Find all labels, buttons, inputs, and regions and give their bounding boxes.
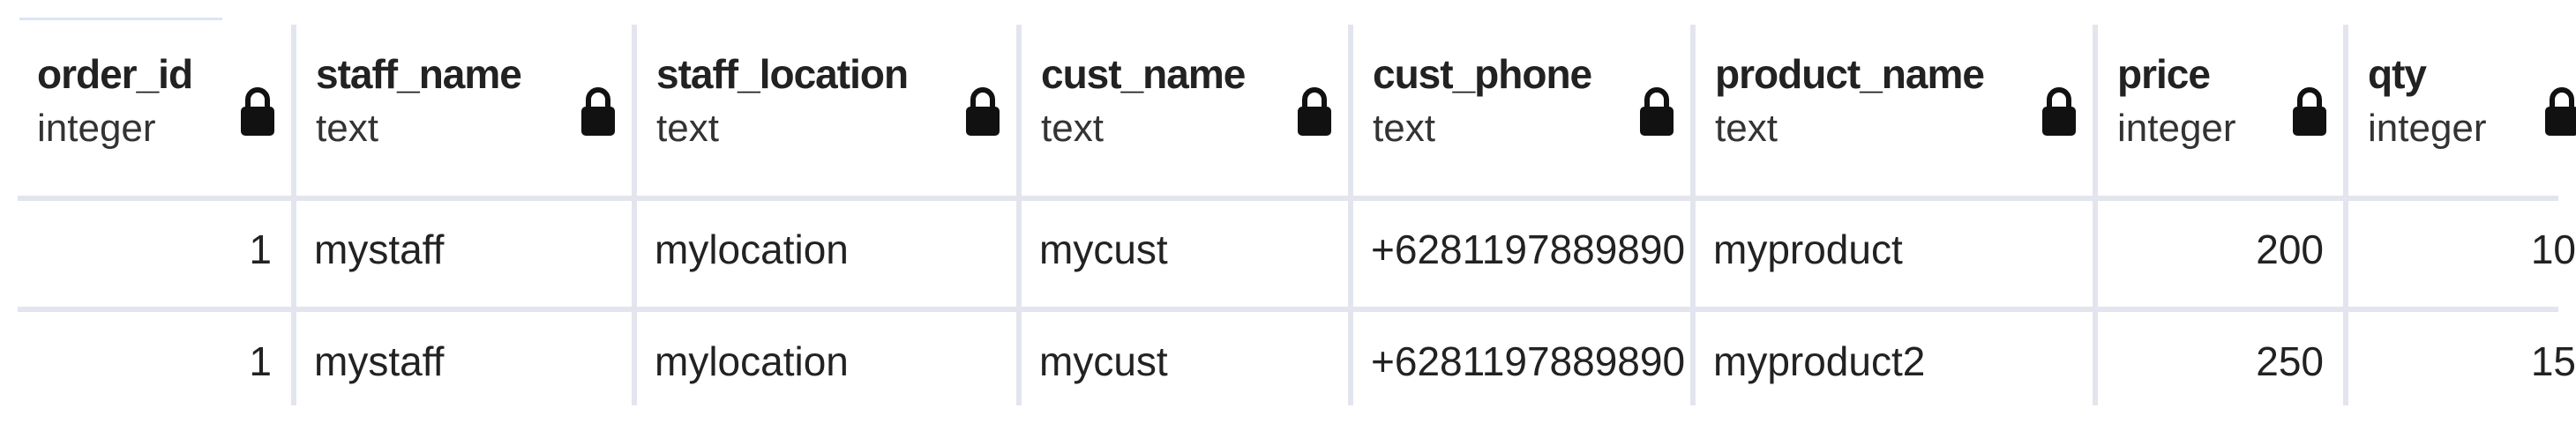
column-header-cust-name[interactable]: cust_name text (1022, 25, 1348, 196)
table-cell-staff-name[interactable]: mystaff (296, 312, 632, 416)
table-cell-price[interactable]: 200 (2098, 201, 2343, 307)
result-table: order_id integer staff_name text staff_l… (18, 25, 2576, 416)
column-type: text (1373, 107, 1435, 150)
table-cell-cust-name[interactable]: mycust (1022, 201, 1348, 307)
lock-icon (2042, 87, 2076, 136)
lock-icon (1298, 87, 1331, 136)
column-name: staff_location (656, 51, 909, 97)
lock-icon (2293, 87, 2326, 136)
column-header-qty[interactable]: qty integer (2348, 25, 2576, 196)
table-cell-product-name[interactable]: myproduct (1696, 201, 2093, 307)
column-header-cust-phone[interactable]: cust_phone text (1353, 25, 1690, 196)
column-header-order-id[interactable]: order_id integer (18, 25, 291, 196)
column-type: integer (37, 107, 156, 150)
table-cell-cust-name[interactable]: mycust (1022, 312, 1348, 416)
lock-icon (241, 87, 274, 136)
table-cell-product-name[interactable]: myproduct2 (1696, 312, 2093, 416)
table-cell-staff-location[interactable]: mylocation (637, 312, 1016, 416)
column-header-product-name[interactable]: product_name text (1696, 25, 2093, 196)
column-name: cust_name (1041, 51, 1246, 97)
table-cell-price[interactable]: 250 (2098, 312, 2343, 416)
column-name: product_name (1715, 51, 1985, 97)
column-type: text (656, 107, 719, 150)
column-name: staff_name (316, 51, 522, 97)
column-header-price[interactable]: price integer (2098, 25, 2343, 196)
table-cell-staff-name[interactable]: mystaff (296, 201, 632, 307)
lock-icon (581, 87, 615, 136)
column-header-staff-location[interactable]: staff_location text (637, 25, 1016, 196)
table-cell-order-id[interactable]: 1 (18, 312, 291, 416)
column-type: text (1041, 107, 1104, 150)
data-output-panel: order_id integer staff_name text staff_l… (0, 0, 2576, 423)
column-header-staff-name[interactable]: staff_name text (296, 25, 632, 196)
table-cell-qty[interactable]: 15 (2348, 312, 2576, 416)
table-cell-qty[interactable]: 10 (2348, 201, 2576, 307)
table-cell-staff-location[interactable]: mylocation (637, 201, 1016, 307)
table-cell-order-id[interactable]: 1 (18, 201, 291, 307)
table-cell-cust-phone[interactable]: +6281197889890 (1353, 312, 1690, 416)
lock-icon (966, 87, 1000, 136)
lock-icon (2545, 87, 2576, 136)
column-type: text (316, 107, 378, 150)
lock-icon (1640, 87, 1674, 136)
tab-indicator (19, 18, 222, 20)
table-cell-cust-phone[interactable]: +6281197889890 (1353, 201, 1690, 307)
column-name: cust_phone (1373, 51, 1592, 97)
column-name: order_id (37, 51, 193, 97)
column-type: text (1715, 107, 1778, 150)
